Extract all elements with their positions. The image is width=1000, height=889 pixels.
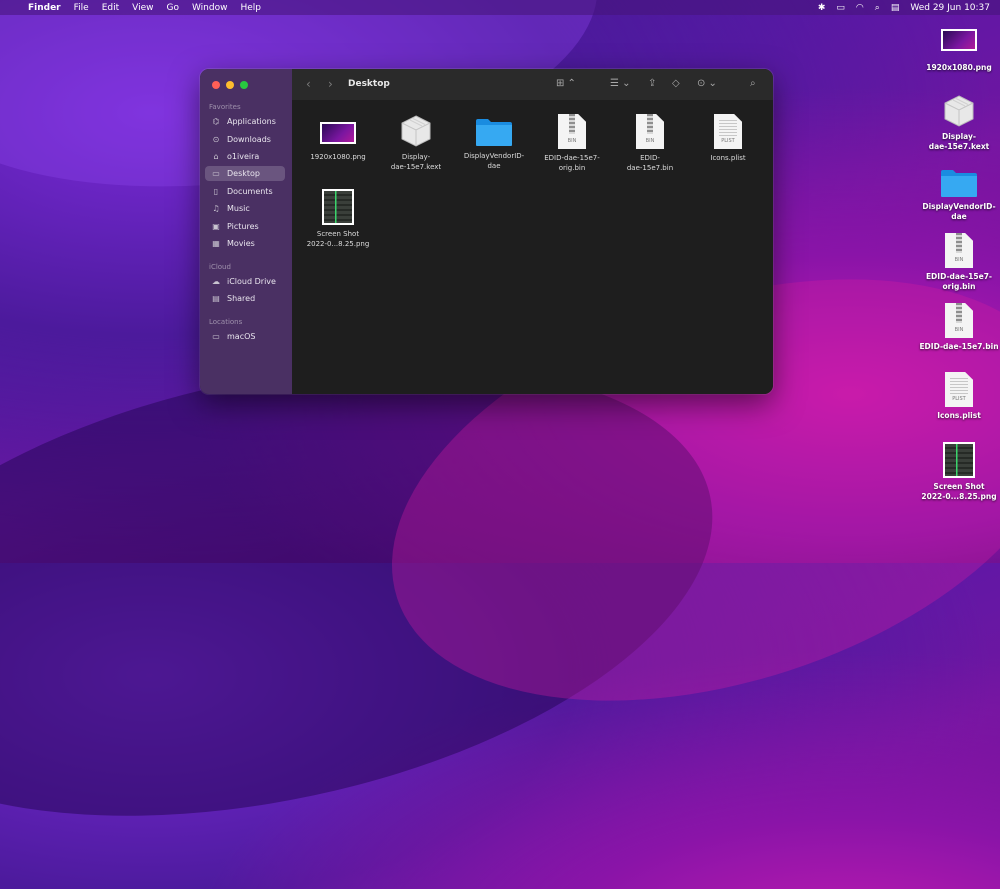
sidebar-item-documents[interactable]: ▯ Documents	[205, 184, 285, 199]
file-item[interactable]: Display-dae-15e7.kext	[380, 114, 452, 172]
spotlight-search-icon[interactable]: ⌕	[875, 3, 880, 13]
screenshot-image-icon	[943, 442, 975, 478]
pictures-icon: ▣	[212, 222, 220, 231]
sidebar-item-desktop[interactable]: ▭ Desktop	[205, 166, 285, 181]
forward-chevron-icon[interactable]: ›	[328, 77, 333, 91]
desktop-item[interactable]: Display-dae-15e7.kext	[918, 94, 1000, 152]
group-icon[interactable]: ☰ ⌄	[610, 78, 631, 89]
sidebar-item-music[interactable]: ♫ Music	[205, 201, 285, 216]
kext-package-icon	[942, 94, 976, 128]
file-item[interactable]: BIN EDID-dae-15e7.bin	[614, 114, 686, 173]
desktop-item[interactable]: BIN EDID-dae-15e7- orig.bin	[918, 233, 1000, 292]
plist-file-icon: PLIST	[714, 114, 742, 149]
documents-icon: ▯	[213, 187, 219, 196]
movies-icon: ▦	[212, 239, 220, 248]
desktop-icon: ▭	[212, 169, 220, 178]
folder-icon	[475, 117, 513, 147]
downloads-icon: ⊙	[212, 135, 220, 144]
search-icon[interactable]: ⌕	[750, 78, 756, 89]
bin-file-icon: BIN	[636, 114, 664, 149]
shared-folder-icon: ▤	[212, 294, 220, 303]
more-actions-icon[interactable]: ⊙ ⌄	[697, 78, 717, 89]
battery-icon[interactable]: ▭	[836, 3, 845, 13]
menu-view[interactable]: View	[132, 3, 153, 13]
control-center-icon[interactable]: ▤	[891, 3, 900, 13]
folder-icon	[940, 168, 978, 198]
tag-icon[interactable]: ◇	[672, 78, 680, 89]
zoom-button[interactable]	[240, 81, 248, 89]
sidebar-item-movies[interactable]: ▦ Movies	[205, 236, 285, 251]
menu-go[interactable]: Go	[166, 3, 178, 13]
file-item[interactable]: BIN EDID-dae-15e7- orig.bin	[536, 114, 608, 173]
sidebar-section-locations: Locations	[209, 318, 243, 326]
sidebar-item-shared[interactable]: ▤ Shared	[205, 291, 285, 306]
file-grid: 1920x1080.png Display-dae-15e7.kext Disp…	[292, 100, 773, 394]
desktop-item[interactable]: BIN EDID-dae-15e7.bin	[918, 303, 1000, 352]
minimize-button[interactable]	[226, 81, 234, 89]
window-title: Desktop	[348, 79, 390, 89]
desktop-item[interactable]: PLIST Icons.plist	[918, 372, 1000, 421]
back-chevron-icon[interactable]: ‹	[306, 77, 311, 91]
sidebar-item-pictures[interactable]: ▣ Pictures	[205, 219, 285, 234]
sidebar-item-macos[interactable]: ▭ macOS	[205, 329, 285, 344]
file-item[interactable]: PLIST Icons.plist	[692, 114, 764, 163]
music-icon: ♫	[212, 204, 220, 213]
cloud-icon: ☁	[212, 277, 220, 286]
toolbar: ‹ › Desktop ⊞ ⌃ ☰ ⌄ ⇪ ◇ ⊙ ⌄ ⌕	[292, 69, 773, 101]
file-item[interactable]: DisplayVendorID-dae	[458, 114, 530, 171]
menu-bar: Finder File Edit View Go Window Help ✱ ▭…	[0, 0, 1000, 15]
menu-file[interactable]: File	[74, 3, 89, 13]
disk-icon: ▭	[212, 332, 220, 341]
sidebar: Favorites ⌬ Applications ⊙ Downloads ⌂ o1iv…	[200, 69, 293, 394]
screenshot-image-icon	[322, 189, 354, 225]
file-item[interactable]: Screen Shot 2022-0...8.25.png	[302, 189, 374, 249]
close-button[interactable]	[212, 81, 220, 89]
applications-icon: ⌬	[212, 117, 220, 126]
finder-window: Favorites ⌬ Applications ⊙ Downloads ⌂ o1iv…	[200, 69, 773, 394]
menu-app-finder[interactable]: Finder	[28, 3, 61, 13]
window-controls	[212, 81, 248, 89]
view-icons-icon[interactable]: ⊞ ⌃	[556, 78, 576, 89]
desktop-item[interactable]: Screen Shot 2022-0...8.25.png	[918, 442, 1000, 502]
png-image-icon	[941, 29, 977, 51]
sidebar-section-favorites: Favorites	[209, 103, 241, 111]
sidebar-item-home[interactable]: ⌂ o1iveira	[205, 149, 285, 164]
png-image-icon	[320, 122, 356, 144]
sidebar-item-downloads[interactable]: ⊙ Downloads	[205, 132, 285, 147]
plist-file-icon: PLIST	[945, 372, 973, 407]
desktop-item[interactable]: DisplayVendorID-dae	[918, 165, 1000, 222]
menu-clock[interactable]: Wed 29 Jun 10:37	[910, 3, 990, 13]
share-icon[interactable]: ⇪	[648, 78, 656, 89]
menu-edit[interactable]: Edit	[102, 3, 119, 13]
home-icon: ⌂	[213, 152, 219, 161]
file-item[interactable]: 1920x1080.png	[302, 114, 374, 162]
bin-file-icon: BIN	[558, 114, 586, 149]
wifi-icon[interactable]: ◠	[856, 3, 864, 13]
bin-file-icon: BIN	[945, 233, 973, 268]
bluetooth-icon[interactable]: ✱	[818, 3, 826, 13]
kext-package-icon	[399, 114, 433, 148]
sidebar-item-icloud-drive[interactable]: ☁ iCloud Drive	[205, 274, 285, 289]
bin-file-icon: BIN	[945, 303, 973, 338]
menu-help[interactable]: Help	[240, 3, 261, 13]
menu-window[interactable]: Window	[192, 3, 228, 13]
sidebar-section-icloud: iCloud	[209, 263, 231, 271]
desktop-item[interactable]: 1920x1080.png	[918, 26, 1000, 73]
sidebar-item-applications[interactable]: ⌬ Applications	[205, 114, 285, 129]
